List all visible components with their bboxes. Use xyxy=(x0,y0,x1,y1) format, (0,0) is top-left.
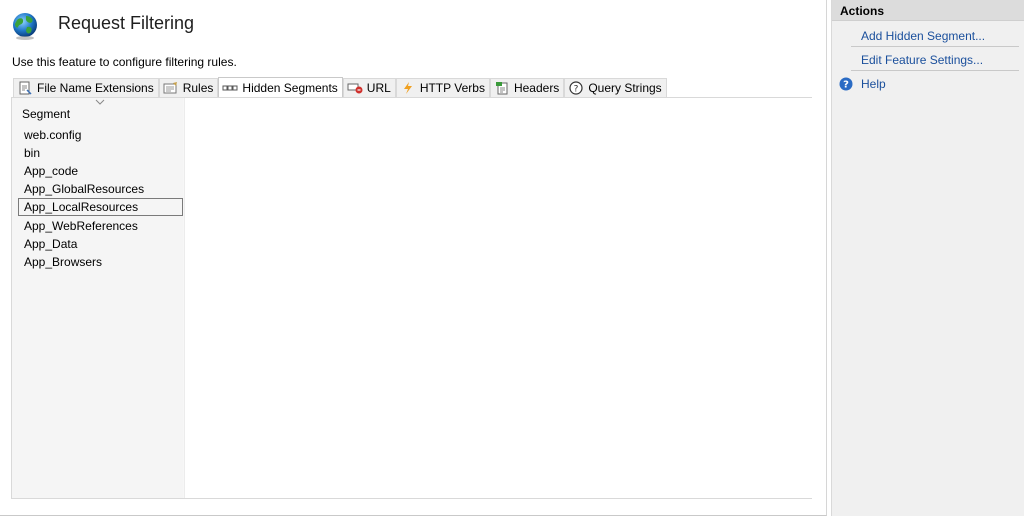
actions-divider xyxy=(851,70,1019,71)
page-description: Use this feature to configure filtering … xyxy=(12,55,237,69)
list-item[interactable]: web.config xyxy=(18,126,183,144)
column-header-segment[interactable]: Segment xyxy=(22,107,70,121)
tab-query-strings[interactable]: ? Query Strings xyxy=(564,78,667,97)
svg-text:?: ? xyxy=(574,85,579,95)
sort-chevron-icon xyxy=(95,99,105,105)
tab-label: Rules xyxy=(182,81,214,95)
list-item[interactable]: App_WebReferences xyxy=(18,217,183,235)
list-item-selected[interactable]: App_LocalResources xyxy=(18,198,183,216)
page-title: Request Filtering xyxy=(58,13,195,33)
headers-icon xyxy=(494,80,510,96)
list-item[interactable]: App_Browsers xyxy=(18,253,183,271)
content-pane xyxy=(184,98,812,498)
segment-list: Segment web.config bin App_code App_Glob… xyxy=(12,98,183,498)
tab-hidden-segments[interactable]: Hidden Segments xyxy=(218,77,343,98)
globe-icon xyxy=(13,13,37,40)
list-item[interactable]: App_Data xyxy=(18,235,183,253)
tab-label: HTTP Verbs xyxy=(419,81,485,95)
actions-divider xyxy=(851,46,1019,47)
actions-pane: Actions Add Hidden Segment... Edit Featu… xyxy=(831,0,1024,516)
hidden-segments-icon xyxy=(222,80,238,96)
svg-text:?: ? xyxy=(843,80,849,91)
tab-label: Query Strings xyxy=(588,81,662,95)
edit-feature-settings-link[interactable]: Edit Feature Settings... xyxy=(861,53,983,67)
help-icon[interactable]: ? xyxy=(839,77,853,91)
rules-icon xyxy=(163,80,179,96)
tab-content: Segment web.config bin App_code App_Glob… xyxy=(11,97,812,499)
main-panel: Request Filtering Use this feature to co… xyxy=(0,0,827,516)
add-hidden-segment-link[interactable]: Add Hidden Segment... xyxy=(861,29,985,43)
actions-header: Actions xyxy=(832,0,1024,21)
tab-strip: File Name Extensions Rules Hidden Segmen… xyxy=(13,77,667,98)
url-icon xyxy=(347,80,363,96)
tab-label: Headers xyxy=(513,81,560,95)
http-verbs-icon xyxy=(400,80,416,96)
list-item[interactable]: App_GlobalResources xyxy=(18,180,183,198)
tab-rules[interactable]: Rules xyxy=(158,78,219,97)
list-item[interactable]: App_code xyxy=(18,162,183,180)
query-strings-icon: ? xyxy=(568,80,584,96)
tab-label: File Name Extensions xyxy=(37,81,154,95)
list-item[interactable]: bin xyxy=(18,144,183,162)
help-link[interactable]: Help xyxy=(861,77,886,91)
tab-http-verbs[interactable]: HTTP Verbs xyxy=(395,78,490,97)
tab-url[interactable]: URL xyxy=(342,78,396,97)
tab-label: URL xyxy=(366,81,391,95)
tab-headers[interactable]: Headers xyxy=(489,78,565,97)
file-extension-icon xyxy=(17,80,33,96)
tab-file-name-extensions[interactable]: File Name Extensions xyxy=(13,78,159,97)
tab-label: Hidden Segments xyxy=(242,81,338,95)
